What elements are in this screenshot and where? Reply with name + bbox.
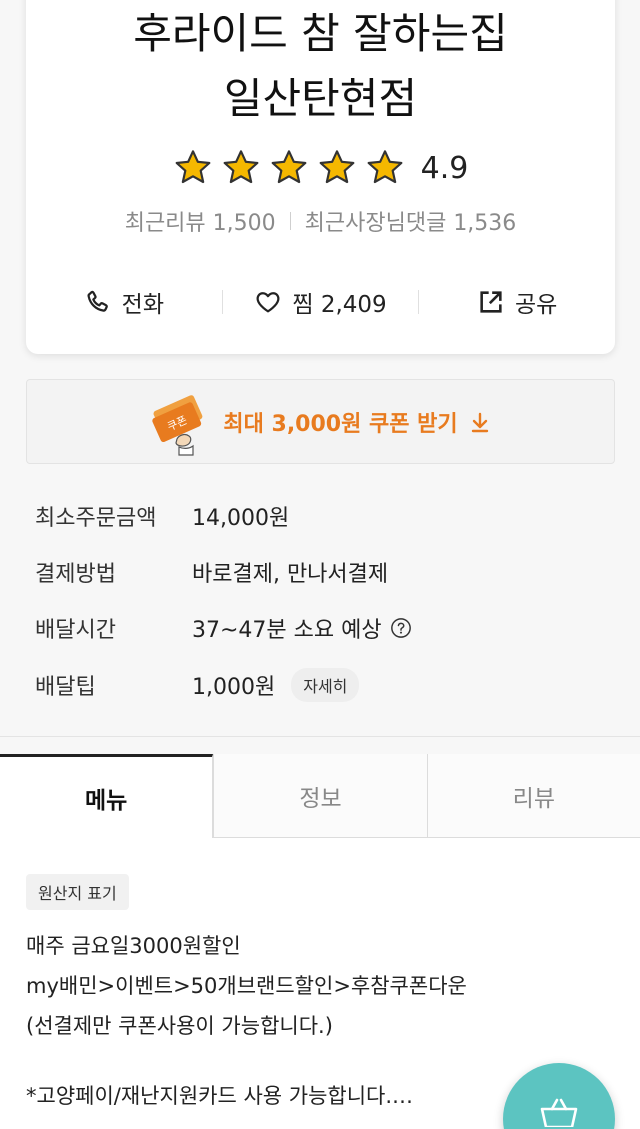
share-button[interactable]: 공유 — [419, 270, 615, 334]
notice-line: my배민>이벤트>50개브랜드할인>후참쿠폰다운 — [26, 974, 467, 998]
delivery-tip-label: 배달팁 — [35, 675, 96, 700]
wish-button[interactable]: 찜 2,409 — [223, 270, 419, 334]
recent-review-count[interactable]: 최근리뷰 1,500 — [125, 205, 276, 237]
coupon-label: 최대 3,000원 쿠폰 받기 — [223, 411, 458, 437]
rating-value: 4.9 — [420, 150, 469, 186]
download-arrow-icon — [471, 412, 488, 432]
notice-line: (선결제만 쿠폰사용이 가능합니다.) — [26, 1014, 333, 1038]
min-order-value: 14,000원 — [192, 506, 290, 531]
delivery-time-value: 37~47분 소요 예상 — [192, 612, 412, 644]
notice-line[interactable]: *고양페이/재난지원카드 사용 가능합니다.… — [26, 1080, 413, 1110]
store-name-line1: 후라이드 참 잘하는집 — [133, 9, 508, 58]
coupon-download-button[interactable]: 쿠폰 최대 3,000원 쿠폰 받기 — [26, 379, 615, 464]
tab-info[interactable]: 정보 — [213, 754, 427, 838]
share-label: 공유 — [515, 292, 558, 318]
store-header-card: 후라이드 참 잘하는집 일산탄현점 4.9 최근리뷰 1,500 최근사장님댓글… — [26, 0, 615, 354]
store-tabs: 메뉴 정보 리뷰 — [0, 754, 640, 838]
notice-line: 매주 금요일3000원할인 — [26, 934, 241, 958]
delivery-time-label: 배달시간 — [35, 618, 116, 643]
delivery-tip-detail-button[interactable]: 자세히 — [291, 668, 360, 702]
payment-method-value: 바로결제, 만나서결제 — [192, 562, 389, 587]
payment-method-label: 결제방법 — [35, 562, 116, 587]
delivery-time-row: 배달시간 37~47분 소요 예상 — [35, 612, 412, 644]
divider — [0, 736, 640, 737]
delivery-time-text: 37~47분 소요 예상 — [192, 618, 382, 643]
store-actions: 전화 찜 2,409 공유 — [26, 270, 615, 334]
heart-icon — [256, 292, 280, 313]
delivery-tip-text: 1,000원 — [192, 675, 276, 700]
store-name-line2: 일산탄현점 — [223, 74, 418, 123]
tab-reviews[interactable]: 리뷰 — [426, 754, 640, 838]
wish-count-label: 찜 2,409 — [292, 292, 387, 318]
star-icon — [271, 150, 307, 184]
min-order-label: 최소주문금액 — [35, 506, 157, 531]
star-icon — [319, 150, 355, 184]
origin-label-button[interactable]: 원산지 표기 — [26, 874, 129, 910]
share-icon — [480, 291, 502, 313]
min-order-row: 최소주문금액 14,000원 — [35, 500, 289, 532]
star-icon — [223, 150, 259, 184]
call-label: 전화 — [121, 292, 164, 318]
star-icon — [175, 150, 211, 184]
shopping-basket-icon — [540, 1098, 578, 1127]
phone-icon — [87, 290, 108, 312]
call-button[interactable]: 전화 — [26, 270, 222, 334]
delivery-tip-value: 1,000원 자세히 — [192, 668, 360, 702]
delivery-tip-row: 배달팁 1,000원 자세히 — [35, 668, 360, 702]
payment-method-row: 결제방법 바로결제, 만나서결제 — [35, 556, 388, 588]
recent-owner-reply-count[interactable]: 최근사장님댓글 1,536 — [305, 205, 517, 237]
divider — [289, 212, 291, 230]
help-circle-icon[interactable] — [390, 617, 412, 639]
tab-menu[interactable]: 메뉴 — [0, 754, 214, 838]
review-stats: 최근리뷰 1,500 최근사장님댓글 1,536 — [26, 205, 615, 237]
coupon-icon: 쿠폰 — [152, 394, 203, 456]
rating-row: 4.9 — [26, 148, 615, 188]
star-icon — [367, 150, 403, 184]
